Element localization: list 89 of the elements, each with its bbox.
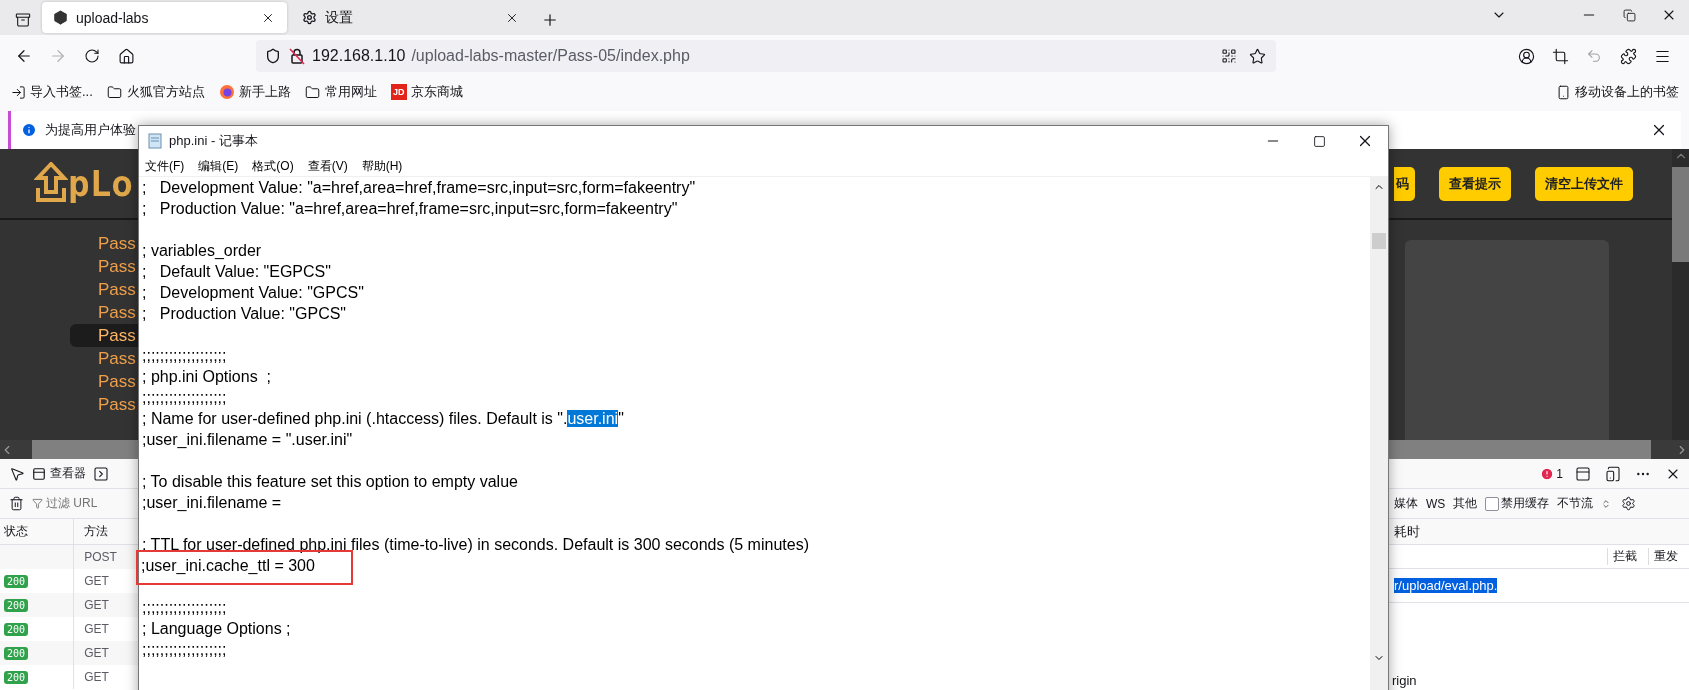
- horizontal-scrollbar[interactable]: [1388, 440, 1689, 459]
- status-badge: 200: [4, 574, 29, 588]
- column-header[interactable]: 状态: [0, 519, 75, 544]
- settings-icon[interactable]: [1619, 494, 1638, 513]
- bookmark[interactable]: JD 京东商城: [390, 83, 463, 101]
- column-header[interactable]: 方法: [80, 519, 138, 544]
- action-button[interactable]: 拦截: [1607, 548, 1642, 565]
- type-filter[interactable]: 媒体: [1394, 495, 1418, 512]
- selected-text: r/upload/eval.php.: [1394, 578, 1498, 593]
- menu-item[interactable]: 文件(F): [145, 157, 185, 175]
- text-line: ; php.ini Options ;: [142, 367, 271, 387]
- text-line: ;;;;;;;;;;;;;;;;;;;: [142, 640, 227, 660]
- header-button[interactable]: 查看提示: [1439, 166, 1511, 201]
- mobile-bookmarks-link[interactable]: 移动设备上的书签: [1575, 83, 1679, 101]
- status-badge: 200: [4, 598, 29, 612]
- folder-icon[interactable]: [304, 84, 321, 100]
- checkbox-label: 禁用缓存: [1501, 495, 1550, 512]
- text-line: ; variables_order: [142, 241, 262, 261]
- text-line: ; Language Options ;: [142, 619, 291, 639]
- notification-text: 为提高用户体验: [45, 121, 136, 139]
- bookmark-label: 京东商城: [410, 83, 463, 101]
- text-line: ; Development Value: "a=href,area=href,frame=src,input=src,form=fakeentry": [142, 178, 696, 198]
- menu-item[interactable]: 编辑(E): [198, 157, 239, 175]
- scroll-thumb[interactable]: [1372, 233, 1386, 249]
- bookmark-label: 导入书签...: [30, 83, 93, 101]
- column-header[interactable]: 耗时: [1394, 522, 1420, 541]
- bookmark[interactable]: 常用网址: [304, 83, 377, 101]
- import-icon[interactable]: [10, 84, 26, 100]
- header-text: rigin: [1392, 673, 1417, 688]
- header-button[interactable]: 码: [1394, 166, 1415, 201]
- browser-tab[interactable]: upload-labs: [42, 2, 287, 33]
- text-line: ;;;;;;;;;;;;;;;;;;;: [142, 598, 227, 618]
- pass-link[interactable]: Pass: [70, 324, 138, 347]
- jd-logo-icon: JD: [390, 84, 407, 100]
- method-cell-text: GET: [83, 669, 110, 686]
- status-badge: 200: [4, 622, 29, 636]
- checkbox[interactable]: [1485, 496, 1500, 511]
- bookmark-label: 新手上路: [238, 83, 291, 101]
- menu-item[interactable]: 帮助(H): [361, 157, 403, 175]
- notepad-icon: [147, 133, 163, 149]
- menu-item[interactable]: 格式(O): [252, 157, 294, 175]
- bookmark-label: 火狐官方站点: [126, 83, 205, 101]
- text-line: ; Default Value: "EGPCS": [142, 262, 331, 282]
- address-bar[interactable]: 192.168.1.10 /upload-labs-master/Pass-05/index.php: [256, 40, 1276, 72]
- method-cell-text: POST: [83, 549, 118, 566]
- site-icon: [52, 9, 68, 26]
- bookmark[interactable]: 新手上路: [218, 83, 291, 101]
- text-line: ;;;;;;;;;;;;;;;;;;;: [142, 388, 227, 408]
- type-filter[interactable]: WS: [1426, 496, 1446, 511]
- text-line: ; Production Value: "GPCS": [142, 304, 347, 324]
- text-line: ;;;;;;;;;;;;;;;;;;;: [142, 346, 227, 366]
- settings-icon: [301, 9, 317, 26]
- text-line: ;user_ini.filename =: [142, 493, 282, 513]
- method-cell-text: GET: [83, 597, 110, 614]
- phone-icon[interactable]: [1555, 84, 1571, 100]
- window-title: php.ini - 记事本: [169, 132, 258, 150]
- error-icon: [1540, 466, 1555, 481]
- type-filter[interactable]: 其他: [1453, 495, 1478, 512]
- filter-icon: [32, 498, 43, 509]
- dropdown-icon[interactable]: [1601, 498, 1612, 509]
- firefox-icon: [218, 84, 235, 100]
- menu-item[interactable]: 查看(V): [307, 157, 348, 175]
- status-badge: 200: [4, 670, 29, 684]
- text-line: ; To disable this feature set this option to empty value: [142, 472, 518, 492]
- throttle-dropdown[interactable]: 不节流: [1557, 495, 1594, 512]
- insecure-lock-icon: [288, 47, 306, 65]
- bookmark-label: 常用网址: [324, 83, 377, 101]
- inspector-icon: [32, 466, 46, 481]
- action-button[interactable]: 重发: [1648, 548, 1683, 565]
- header-button[interactable]: 清空上传文件: [1535, 166, 1633, 201]
- error-count[interactable]: 1: [1556, 466, 1563, 481]
- bookmark[interactable]: 导入书签...: [10, 83, 93, 101]
- status-badge: 200: [4, 646, 29, 660]
- folder-icon[interactable]: [106, 84, 123, 100]
- horizontal-scrollbar[interactable]: [0, 440, 138, 459]
- browser-tab[interactable]: 设置: [291, 2, 531, 33]
- bookmark[interactable]: 火狐官方站点: [106, 83, 205, 101]
- scrollbar[interactable]: [1672, 149, 1689, 440]
- method-cell-text: GET: [83, 645, 110, 662]
- info-icon: [21, 122, 37, 138]
- scrollbar[interactable]: [1370, 177, 1388, 690]
- text-line: ;user_ini.filename = ".user.ini": [142, 430, 353, 450]
- text-line: ; Development Value: "GPCS": [142, 283, 364, 303]
- shield-icon: [264, 47, 282, 65]
- method-cell-text: GET: [83, 573, 110, 590]
- site-logo: pLo: [34, 161, 134, 206]
- text-line: ; Name for user-defined php.ini (.htaccess) files. Default is ".user.ini": [142, 409, 624, 429]
- method-cell-text: GET: [83, 621, 110, 638]
- text-line: ; Production Value: "a=href,area=href,frame=src,input=src,form=fakeentry": [142, 199, 678, 219]
